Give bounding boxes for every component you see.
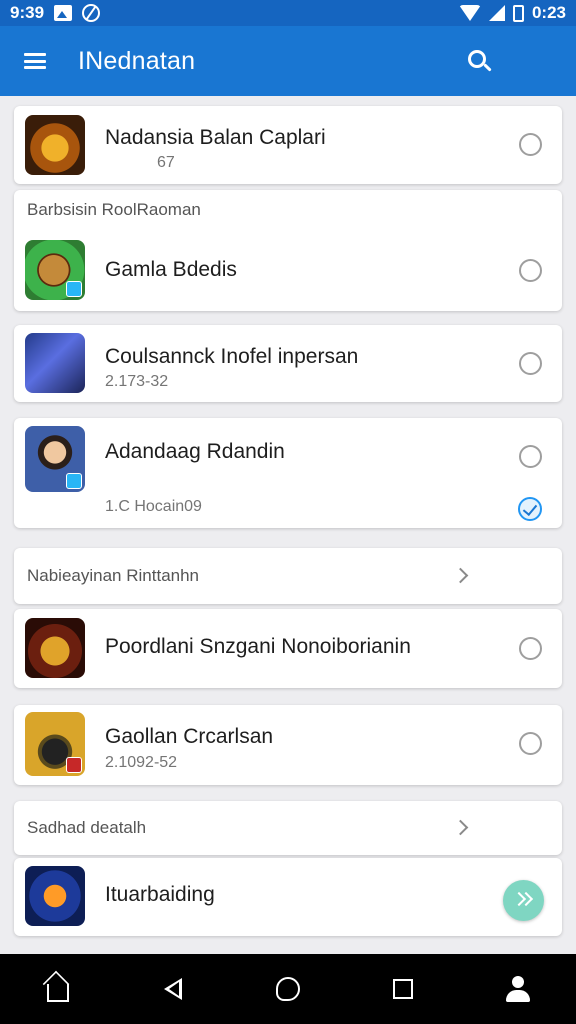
- share-button[interactable]: [258, 959, 318, 1019]
- recent-apps-icon: [393, 979, 414, 999]
- item-title: Gamla Bdedis: [105, 258, 237, 281]
- double-chevron-forward-icon[interactable]: [503, 880, 544, 921]
- status-clock: 0:23: [531, 3, 566, 22]
- item-title: Poordlani Snzgani Nonoiborianin: [105, 635, 411, 658]
- select-radio[interactable]: [519, 732, 542, 755]
- image-notification-icon: [54, 5, 73, 21]
- section-header[interactable]: Sadhad deatalh: [14, 801, 562, 855]
- recent-apps-button[interactable]: [373, 959, 433, 1019]
- section-card: Barbsisin RoolRaoman Gamla Bdedis: [14, 190, 562, 311]
- section-header[interactable]: Nabieayinan Rinttanhn: [14, 548, 562, 604]
- helmet-game-icon: [25, 712, 85, 776]
- list-item[interactable]: Adandaag Rdandin 1.C Hocain09: [14, 418, 562, 528]
- select-radio[interactable]: [519, 352, 542, 375]
- select-radio[interactable]: [519, 637, 542, 660]
- wifi-icon: [458, 5, 481, 21]
- status-time: 9:39: [10, 3, 45, 22]
- item-subtitle: 2.1092-52: [105, 754, 178, 771]
- item-subtitle: 2.173-32: [105, 373, 169, 390]
- selected-check-icon[interactable]: [518, 497, 542, 521]
- item-title: Nadansia Balan Caplari: [105, 126, 326, 149]
- list-item[interactable]: Coulsannck Inofel inpersan 2.173-32: [14, 325, 562, 402]
- profile-button[interactable]: [488, 959, 548, 1019]
- profile-icon: [505, 976, 531, 1002]
- back-button[interactable]: [143, 959, 203, 1019]
- lion-emblem-game-icon: [25, 618, 85, 678]
- section-label: Sadhad deatalh: [27, 818, 147, 837]
- share-icon: [275, 977, 300, 1001]
- search-button[interactable]: [468, 50, 492, 74]
- item-title: Adandaag Rdandin: [105, 440, 285, 463]
- dragon-game-icon: [25, 333, 85, 393]
- item-title: Gaollan Crcarlsan: [105, 725, 274, 748]
- signal-icon: [488, 5, 505, 21]
- section-label: Nabieayinan Rinttanhn: [27, 566, 200, 585]
- chevron-right-icon: [452, 567, 469, 584]
- item-subtitle: 67: [157, 154, 175, 171]
- list-item[interactable]: Poordlani Snzgani Nonoiborianin: [14, 609, 562, 688]
- back-icon: [163, 978, 182, 1000]
- item-subtitle: 1.C Hocain09: [105, 498, 202, 515]
- select-radio[interactable]: [519, 445, 542, 468]
- cartoon-creature-game-icon: [25, 240, 85, 300]
- app-bar: INednatan: [0, 26, 576, 96]
- logo-game-icon: [25, 866, 85, 926]
- battery-icon: [512, 4, 524, 22]
- list-item[interactable]: Ituarbaiding: [14, 858, 562, 936]
- hamburger-icon: [24, 53, 46, 69]
- portrait-game-icon: [25, 426, 85, 492]
- status-bar: 9:39 0:23: [0, 0, 576, 26]
- golden-shell-game-icon: [25, 115, 85, 175]
- menu-button[interactable]: [0, 26, 70, 96]
- item-title: Coulsannck Inofel inpersan: [105, 345, 359, 368]
- list-item[interactable]: Nadansia Balan Caplari 67: [14, 106, 562, 184]
- home-icon: [46, 984, 69, 1002]
- select-radio[interactable]: [519, 133, 542, 156]
- item-title: Ituarbaiding: [105, 883, 215, 906]
- section-label: Barbsisin RoolRaoman: [27, 200, 201, 219]
- bottom-nav-bar: [0, 954, 576, 1024]
- list-item[interactable]: Gaollan Crcarlsan 2.1092-52: [14, 705, 562, 785]
- globe-notification-icon: [82, 4, 101, 22]
- chevron-right-icon: [452, 819, 469, 836]
- home-button[interactable]: [28, 959, 88, 1019]
- select-radio[interactable]: [519, 259, 542, 282]
- app-title: INednatan: [78, 46, 196, 75]
